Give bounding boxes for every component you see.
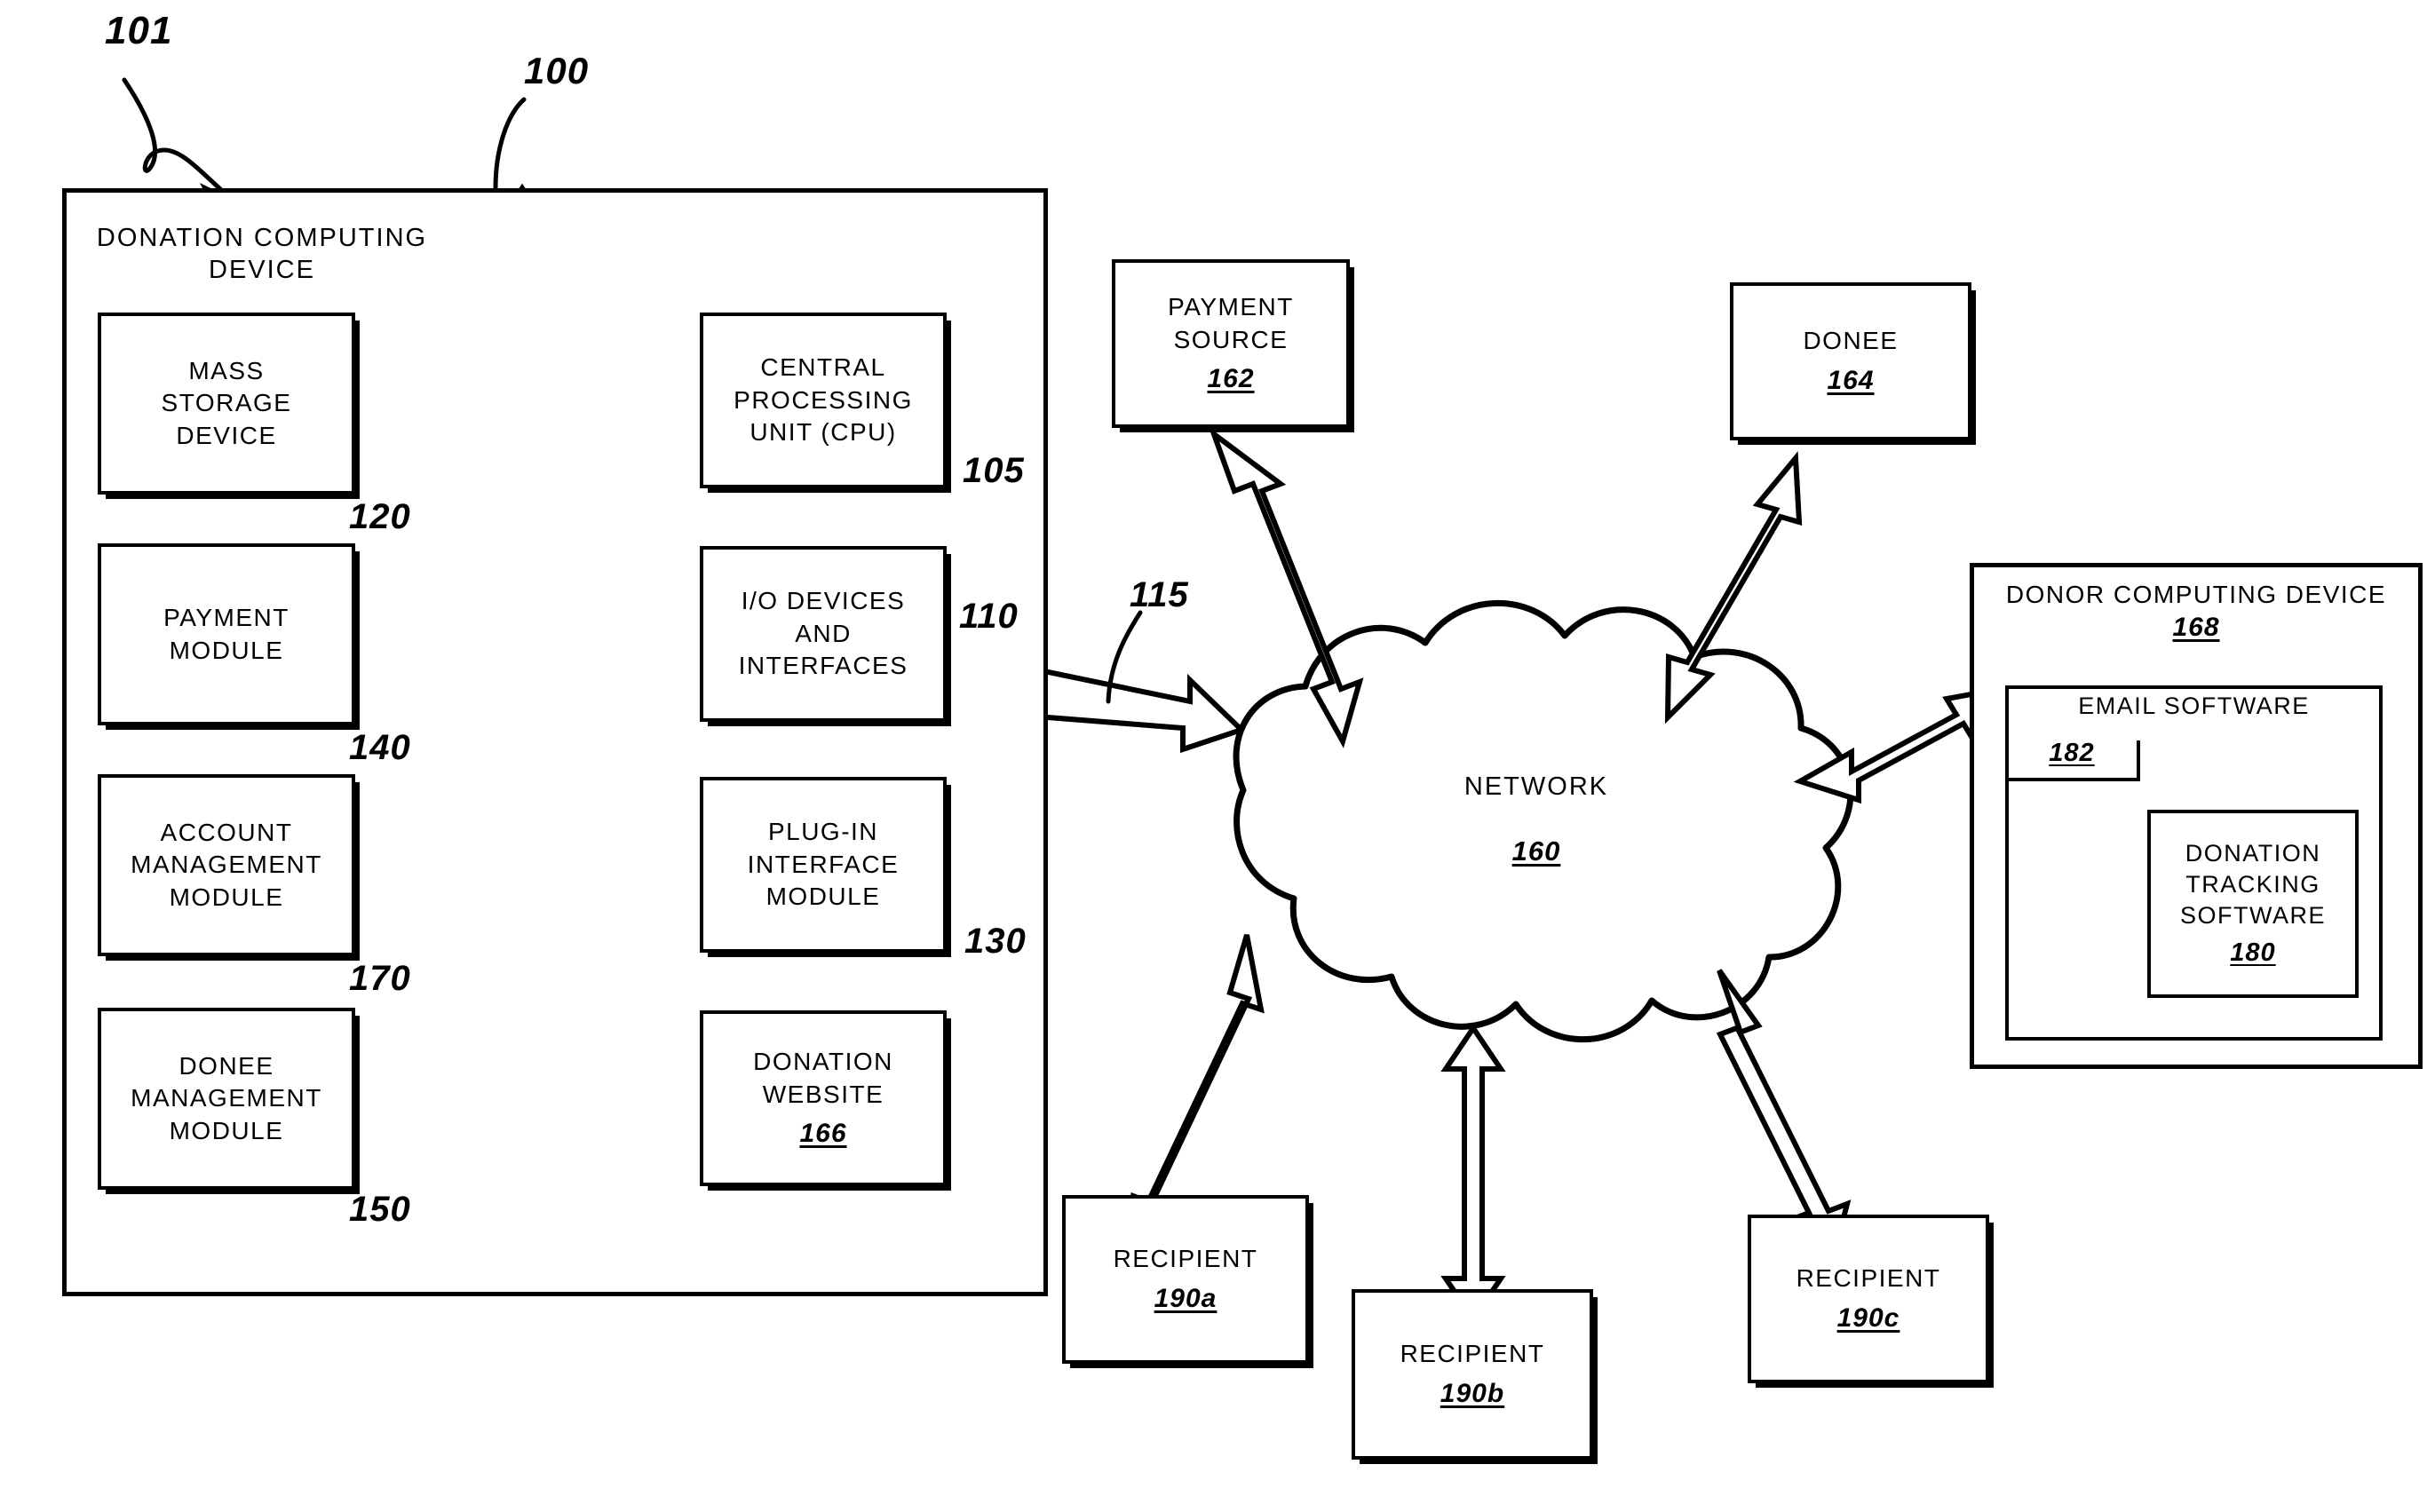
email-software-label: EMAIL SOFTWARE: [2014, 693, 2374, 720]
module-label-line: MODULE: [169, 636, 284, 664]
module-label-line: DONATION: [753, 1048, 893, 1076]
ref-numeral-110: 110: [959, 597, 1019, 636]
module-label-line: I/O DEVICES: [741, 587, 906, 615]
module-label-line: AND: [795, 619, 852, 647]
network-label-text: NETWORK: [1463, 772, 1609, 801]
module-label-line: UNIT (CPU): [750, 418, 897, 447]
ref-numeral-180: 180: [2230, 938, 2276, 967]
ref-numeral-140: 140: [349, 728, 411, 767]
device-title-line-1: DONATION COMPUTING: [96, 224, 428, 252]
donation-tracking-software-box[interactable]: DONATION TRACKING SOFTWARE 180: [2147, 810, 2359, 998]
device-title-line-2: DEVICE: [209, 256, 315, 285]
ref-numeral-190a: 190a: [1154, 1283, 1218, 1313]
ref-numeral-166: 166: [799, 1118, 847, 1148]
ref-numeral-120: 120: [349, 497, 411, 536]
donation-website-box[interactable]: DONATION WEBSITE 166: [700, 1010, 947, 1186]
payment-module-box[interactable]: PAYMENT MODULE: [98, 543, 355, 725]
module-label-line: MODULE: [169, 1116, 284, 1144]
ref-numeral-101: 101: [105, 9, 173, 52]
recipient-b-link-arrow: [1440, 1023, 1506, 1325]
module-label-line: INTERFACE: [747, 850, 900, 878]
node-label-line: SOURCE: [1173, 325, 1289, 353]
donor-title-text: DONOR COMPUTING DEVICE: [2005, 581, 2387, 608]
node-label-line: DONEE: [1803, 327, 1899, 355]
ref-numeral-190b: 190b: [1440, 1378, 1505, 1408]
donee-management-module-box[interactable]: DONEE MANAGEMENT MODULE: [98, 1008, 355, 1190]
ref-numeral-150: 150: [349, 1190, 411, 1229]
module-label-line: STORAGE: [161, 389, 292, 417]
module-label-line: INTERFACES: [738, 652, 908, 680]
ref-numeral-168: 168: [2172, 613, 2220, 642]
donee-box[interactable]: DONEE 164: [1730, 282, 1971, 440]
node-label-line: RECIPIENT: [1796, 1264, 1941, 1293]
ref-numeral-160: 160: [1511, 835, 1561, 867]
mass-storage-device-box[interactable]: MASS STORAGE DEVICE: [98, 313, 355, 495]
payment-source-box[interactable]: PAYMENT SOURCE 162: [1112, 259, 1350, 428]
ref-numeral-170: 170: [349, 959, 411, 998]
ref-numeral-182: 182: [2049, 739, 2095, 767]
account-management-module-box[interactable]: ACCOUNT MANAGEMENT MODULE: [98, 774, 355, 956]
tracking-label-line: TRACKING: [2185, 870, 2320, 898]
module-label-line: MODULE: [765, 883, 881, 911]
module-label-line: MANAGEMENT: [131, 851, 322, 879]
module-label-line: MASS: [188, 356, 265, 384]
email-software-ref: 182: [2014, 739, 2130, 768]
module-label-line: MODULE: [169, 883, 284, 911]
recipient-c-box[interactable]: RECIPIENT 190c: [1748, 1215, 1989, 1383]
ref-numeral-100: 100: [524, 50, 590, 91]
ref-numeral-130: 130: [964, 922, 1027, 961]
payment-source-link-arrow: [1208, 426, 1364, 748]
email-software-title: EMAIL SOFTWARE: [2078, 693, 2310, 719]
tracking-label-line: DONATION: [2185, 839, 2321, 867]
node-label-line: RECIPIENT: [1113, 1245, 1258, 1273]
ref-numeral-164: 164: [1827, 365, 1875, 395]
module-label-line: MANAGEMENT: [131, 1084, 322, 1112]
module-label-line: DONEE: [178, 1051, 274, 1080]
plug-in-interface-module-box[interactable]: PLUG-IN INTERFACE MODULE: [700, 777, 947, 953]
recipient-b-box[interactable]: RECIPIENT 190b: [1352, 1289, 1593, 1460]
io-devices-and-interfaces-box[interactable]: I/O DEVICES AND INTERFACES: [700, 546, 947, 722]
central-processing-unit-box[interactable]: CENTRAL PROCESSING UNIT (CPU): [700, 313, 947, 488]
module-label-line: PROCESSING: [734, 385, 913, 414]
module-label-line: ACCOUNT: [160, 818, 293, 846]
module-label-line: CENTRAL: [760, 353, 886, 382]
leader-100: [493, 97, 527, 191]
module-label-line: PAYMENT: [163, 604, 290, 632]
ref-numeral-162: 162: [1207, 363, 1255, 393]
ref-numeral-190c: 190c: [1836, 1302, 1900, 1333]
module-label-line: WEBSITE: [762, 1080, 884, 1108]
ref-numeral-105: 105: [963, 451, 1025, 490]
donation-computing-device-title: DONATION COMPUTING DEVICE: [71, 222, 453, 287]
ref-numeral-115: 115: [1130, 575, 1189, 614]
donee-link-arrow: [1664, 451, 1803, 724]
recipient-a-box[interactable]: RECIPIENT 190a: [1062, 1195, 1309, 1364]
patent-figure: .hollow{fill:#fff;stroke:#000;stroke-wid…: [0, 0, 2435, 1512]
leader-115: [1106, 610, 1143, 704]
module-label-line: DEVICE: [176, 421, 277, 449]
node-label-line: RECIPIENT: [1400, 1340, 1545, 1368]
module-label-line: PLUG-IN: [767, 818, 879, 846]
network-label: NETWORK 160: [1359, 772, 1714, 867]
node-label-line: PAYMENT: [1168, 293, 1294, 321]
donor-computing-device-title: DONOR COMPUTING DEVICE 168: [1979, 581, 2414, 643]
tracking-label-line: SOFTWARE: [2180, 901, 2326, 929]
